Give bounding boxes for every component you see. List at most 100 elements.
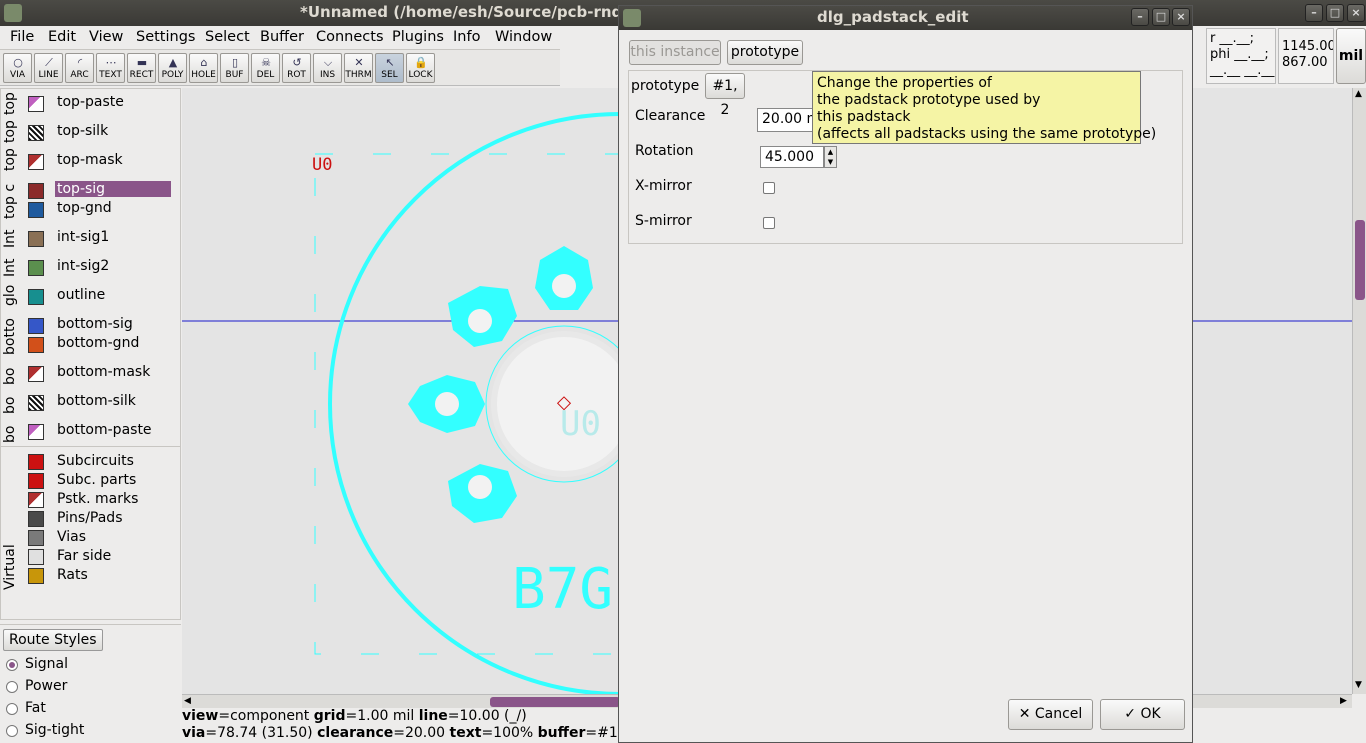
tool-thrm-button[interactable]: ✕ THRM — [344, 53, 373, 83]
layer-swatch[interactable] — [28, 231, 44, 247]
menu-settings[interactable]: Settings — [136, 29, 195, 45]
virtual-layer-vias[interactable]: Vias — [25, 529, 171, 548]
horizontal-scroll-thumb[interactable] — [490, 697, 620, 707]
layer-top-silk[interactable]: top-silk — [25, 123, 171, 142]
layer-swatch[interactable] — [28, 454, 44, 470]
layer-swatch[interactable] — [28, 260, 44, 276]
scroll-left-icon[interactable]: ◀ — [184, 696, 191, 706]
layer-group-tab[interactable]: botto — [2, 313, 22, 355]
layer-swatch[interactable] — [28, 318, 44, 334]
route-style-radio-sig-tight[interactable] — [6, 725, 18, 737]
virtual-layer-far-side[interactable]: Far side — [25, 548, 171, 567]
close-icon[interactable]: × — [1347, 4, 1365, 22]
layer-swatch[interactable] — [28, 125, 44, 141]
vertical-scroll-thumb[interactable] — [1355, 220, 1365, 300]
virtual-layer-tab[interactable]: Virtual — [2, 534, 22, 590]
cancel-button[interactable]: ✕ Cancel — [1008, 699, 1093, 730]
tool-text-button[interactable]: ⋯ TEXT — [96, 53, 125, 83]
layer-bottom-mask[interactable]: bottom-mask — [25, 364, 171, 383]
layer-swatch[interactable] — [28, 337, 44, 353]
layer-swatch[interactable] — [28, 492, 44, 508]
tool-via-button[interactable]: ○ VIA — [3, 53, 32, 83]
layer-swatch[interactable] — [28, 530, 44, 546]
layer-group-tab[interactable]: top — [2, 149, 22, 171]
menu-info[interactable]: Info — [453, 29, 480, 45]
layer-swatch[interactable] — [28, 395, 44, 411]
unit-toggle-button[interactable]: mil — [1336, 28, 1366, 84]
virtual-layer-subc-parts[interactable]: Subc. parts — [25, 472, 171, 491]
layer-swatch[interactable] — [28, 96, 44, 112]
spin-down-icon[interactable]: ▼ — [825, 157, 836, 167]
scroll-right-icon[interactable]: ▶ — [1340, 696, 1347, 706]
layer-group-tab[interactable]: top — [2, 121, 22, 143]
virtual-layer-rats[interactable]: Rats — [25, 567, 171, 586]
vertical-scrollbar[interactable]: ▲ ▼ — [1352, 88, 1366, 694]
layer-outline[interactable]: outline — [25, 287, 171, 306]
layer-top-gnd[interactable]: top-gnd — [25, 200, 171, 219]
layer-bottom-gnd[interactable]: bottom-gnd — [25, 335, 171, 354]
tool-hole-button[interactable]: ⌂ HOLE — [189, 53, 218, 83]
minimize-icon[interactable]: – — [1305, 4, 1323, 22]
layer-swatch[interactable] — [28, 549, 44, 565]
tool-del-button[interactable]: ☠ DEL — [251, 53, 280, 83]
s-mirror-checkbox[interactable] — [763, 217, 775, 229]
layer-bottom-silk[interactable]: bottom-silk — [25, 393, 171, 412]
prototype-id-button[interactable]: #1, 2 — [705, 73, 745, 118]
tool-rot-button[interactable]: ↺ ROT — [282, 53, 311, 83]
layer-swatch[interactable] — [28, 511, 44, 527]
tool-ins-button[interactable]: ⌵ INS — [313, 53, 342, 83]
layer-swatch[interactable] — [28, 473, 44, 489]
layer-group-tab[interactable]: glo — [2, 284, 22, 306]
tab-this-instance[interactable]: this instance — [629, 40, 721, 65]
x-mirror-checkbox[interactable] — [763, 182, 775, 194]
layer-group-tab[interactable]: bo — [2, 363, 22, 385]
layer-group-tab[interactable]: top c — [2, 177, 22, 219]
maximize-icon[interactable]: □ — [1326, 4, 1344, 22]
clearance-input[interactable]: 20.00 m — [757, 108, 817, 132]
layer-group-tab[interactable]: bo — [2, 421, 22, 443]
tool-lock-button[interactable]: 🔒 LOCK — [406, 53, 435, 83]
layer-swatch[interactable] — [28, 154, 44, 170]
layer-group-tab[interactable]: Int — [2, 255, 22, 278]
route-style-radio-signal[interactable] — [6, 659, 18, 671]
rotation-spinner[interactable]: ▲ ▼ — [824, 146, 837, 168]
layer-int-sig1[interactable]: int-sig1 — [25, 229, 171, 248]
menu-buffer[interactable]: Buffer — [260, 29, 304, 45]
layer-swatch[interactable] — [28, 424, 44, 440]
layer-group-tab[interactable]: bo — [2, 392, 22, 414]
layer-bottom-paste[interactable]: bottom-paste — [25, 422, 171, 441]
menu-view[interactable]: View — [89, 29, 123, 45]
dialog-minimize-icon[interactable]: – — [1131, 8, 1149, 26]
layer-bottom-sig[interactable]: bottom-sig — [25, 316, 171, 335]
rotation-input[interactable]: 45.000 — [760, 146, 824, 168]
layer-swatch[interactable] — [28, 366, 44, 382]
scroll-down-icon[interactable]: ▼ — [1355, 680, 1362, 690]
layer-top-paste[interactable]: top-paste — [25, 94, 171, 113]
menu-edit[interactable]: Edit — [48, 29, 76, 45]
layer-group-tab[interactable]: Int — [2, 226, 22, 249]
layer-top-mask[interactable]: top-mask — [25, 152, 171, 171]
virtual-layer-pins-pads[interactable]: Pins/Pads — [25, 510, 171, 529]
layer-swatch[interactable] — [28, 289, 44, 305]
tab-prototype[interactable]: prototype — [727, 40, 803, 65]
dialog-maximize-icon[interactable]: □ — [1152, 8, 1170, 26]
tool-line-button[interactable]: ⟋ LINE — [34, 53, 63, 83]
layer-swatch[interactable] — [28, 568, 44, 584]
menu-plugins[interactable]: Plugins — [392, 29, 444, 45]
layer-top-sig[interactable]: top-sig — [25, 181, 171, 200]
layer-swatch[interactable] — [28, 202, 44, 218]
tool-poly-button[interactable]: ▲ POLY — [158, 53, 187, 83]
route-style-radio-fat[interactable] — [6, 703, 18, 715]
layer-swatch[interactable] — [28, 183, 44, 199]
route-style-radio-power[interactable] — [6, 681, 18, 693]
menu-connects[interactable]: Connects — [316, 29, 384, 45]
tool-sel-button[interactable]: ↖ SEL — [375, 53, 404, 83]
menu-file[interactable]: File — [10, 29, 34, 45]
layer-group-tab[interactable]: top — [2, 93, 22, 115]
tool-arc-button[interactable]: ◜ ARC — [65, 53, 94, 83]
menu-select[interactable]: Select — [205, 29, 250, 45]
route-styles-button[interactable]: Route Styles — [3, 629, 103, 651]
menu-window[interactable]: Window — [495, 29, 552, 45]
ok-button[interactable]: ✓ OK — [1100, 699, 1185, 730]
tool-buf-button[interactable]: ▯ BUF — [220, 53, 249, 83]
